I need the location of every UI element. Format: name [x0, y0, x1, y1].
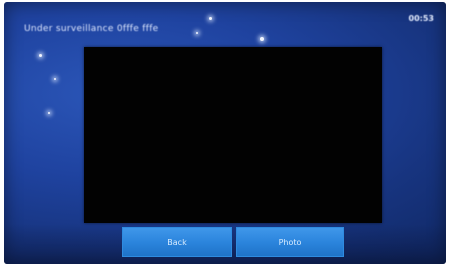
- sparkle-decoration: [48, 112, 50, 114]
- sparkle-decoration: [54, 78, 56, 80]
- back-button[interactable]: Back: [122, 227, 232, 257]
- screen-title: Under surveillance 0fffe fffe: [24, 24, 159, 34]
- back-button-label: Back: [167, 237, 187, 247]
- sparkle-decoration: [260, 37, 264, 41]
- photo-button-label: Photo: [278, 237, 302, 247]
- photo-button[interactable]: Photo: [236, 227, 344, 257]
- clock-display: 00:53: [408, 14, 434, 23]
- sparkle-decoration: [196, 32, 198, 34]
- camera-video-feed: [84, 47, 382, 223]
- sparkle-decoration: [209, 17, 212, 20]
- intercom-screen: Under surveillance 0fffe fffe 00:53 Back…: [4, 2, 446, 264]
- sparkle-decoration: [39, 54, 42, 57]
